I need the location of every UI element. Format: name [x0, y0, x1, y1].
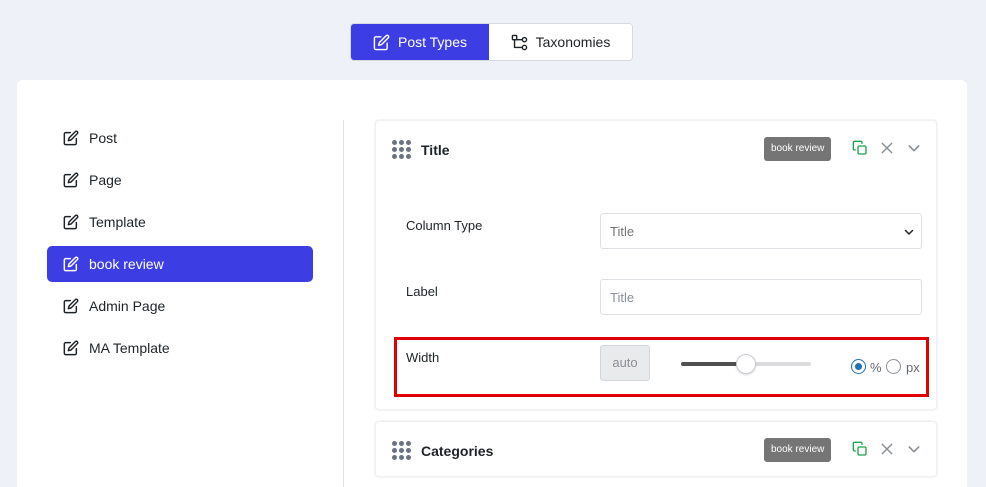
- width-slider[interactable]: [681, 354, 811, 374]
- drag-handle-icon[interactable]: [392, 441, 411, 460]
- main-panel: Post Page Template book review Admin Pag…: [17, 80, 967, 487]
- drag-handle-icon[interactable]: [392, 140, 411, 159]
- chevron-down-icon[interactable]: [906, 441, 922, 457]
- column-card-title: Title book review Column Type Title Labe…: [375, 120, 937, 410]
- sidebar-item-label: MA Template: [89, 340, 170, 356]
- close-icon[interactable]: [879, 441, 895, 457]
- column-card-categories: Categories book review: [375, 421, 937, 477]
- tab-taxonomies[interactable]: Taxonomies: [489, 24, 632, 60]
- label-input[interactable]: Title: [600, 279, 922, 315]
- edit-icon: [63, 214, 79, 230]
- post-type-sidebar: Post Page Template book review Admin Pag…: [47, 120, 313, 372]
- sidebar-item-label: Post: [89, 130, 118, 146]
- slider-thumb[interactable]: [736, 354, 756, 374]
- sidebar-item-post[interactable]: Post: [47, 120, 313, 156]
- unit-percent-radio[interactable]: [851, 359, 866, 374]
- post-type-badge: book review: [764, 438, 832, 462]
- tab-label: Post Types: [397, 34, 467, 50]
- width-value-field[interactable]: auto: [600, 345, 650, 381]
- edit-icon: [63, 130, 79, 146]
- column-type-select[interactable]: Title: [600, 213, 922, 249]
- card-title: Title: [421, 142, 450, 158]
- unit-percent-label: %: [870, 360, 882, 375]
- card-header: Categories book review: [376, 422, 936, 478]
- width-row-highlight: [394, 337, 929, 397]
- edit-icon: [63, 172, 79, 188]
- sidebar-item-book-review[interactable]: book review: [47, 246, 313, 282]
- edit-icon: [63, 340, 79, 356]
- sidebar-item-label: Page: [89, 172, 122, 188]
- sidebar-item-label: Admin Page: [89, 298, 166, 314]
- copy-icon[interactable]: [852, 441, 868, 457]
- unit-px-radio[interactable]: [886, 359, 901, 374]
- sidebar-item-label: Template: [89, 214, 146, 230]
- sidebar-item-template[interactable]: Template: [47, 204, 313, 240]
- sidebar-item-admin-page[interactable]: Admin Page: [47, 288, 313, 324]
- chevron-down-icon[interactable]: [906, 140, 922, 156]
- width-label: Width: [406, 350, 440, 365]
- sidebar-item-label: book review: [89, 256, 164, 272]
- vertical-divider: [343, 120, 344, 487]
- column-type-value: Title: [610, 224, 635, 239]
- edit-icon: [63, 256, 79, 272]
- sidebar-item-page[interactable]: Page: [47, 162, 313, 198]
- tab-label: Taxonomies: [535, 34, 611, 50]
- edit-icon: [63, 298, 79, 314]
- unit-px-label: px: [906, 360, 920, 375]
- close-icon[interactable]: [879, 140, 895, 156]
- copy-icon[interactable]: [852, 140, 868, 156]
- label-field-label: Label: [406, 284, 438, 299]
- column-type-label: Column Type: [406, 218, 483, 233]
- post-type-badge: book review: [764, 137, 832, 161]
- hierarchy-icon: [511, 34, 527, 50]
- sidebar-item-ma-template[interactable]: MA Template: [47, 330, 313, 366]
- top-tab-bar: Post Types Taxonomies: [350, 23, 633, 61]
- chevron-down-icon: [904, 229, 914, 235]
- edit-icon: [373, 34, 390, 50]
- card-title: Categories: [421, 443, 494, 459]
- card-header: Title book review: [376, 121, 936, 177]
- tab-post-types[interactable]: Post Types: [351, 24, 489, 60]
